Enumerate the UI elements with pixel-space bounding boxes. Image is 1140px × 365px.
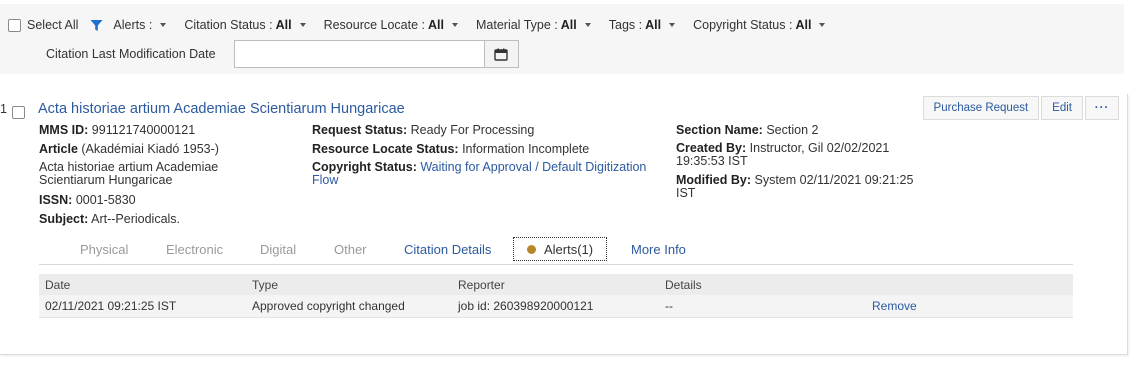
citation-details-col2: Request Status: Ready For Processing Res… bbox=[312, 123, 652, 191]
mms-id-value: 991121740000121 bbox=[91, 123, 196, 137]
citation-tabs: Physical Electronic Digital Other Citati… bbox=[39, 235, 1073, 265]
modified-by-label: Modified By: bbox=[676, 173, 751, 187]
chevron-down-icon bbox=[452, 23, 458, 27]
filter-icon[interactable] bbox=[90, 19, 103, 32]
citation-details-col1: MMS ID: 991121740000121 Article (Akadémi… bbox=[39, 123, 279, 231]
table-row: 02/11/2021 09:21:25 IST Approved copyrig… bbox=[39, 295, 1073, 318]
cell-reporter: job id: 260398920000121 bbox=[458, 299, 594, 313]
citation-status-filter[interactable]: Citation Status : All bbox=[184, 18, 306, 32]
select-all-label: Select All bbox=[27, 18, 79, 32]
header-type: Type bbox=[252, 277, 279, 292]
resource-locate-status-label: Resource Locate Status: bbox=[312, 142, 459, 156]
alerts-table: Date Type Reporter Details 02/11/2021 09… bbox=[39, 274, 1073, 318]
calendar-button[interactable] bbox=[483, 40, 519, 68]
copyright-status-label: Copyright Status: bbox=[312, 160, 417, 174]
tab-digital[interactable]: Digital bbox=[260, 237, 296, 261]
alert-dot-icon bbox=[527, 244, 536, 254]
created-by-label: Created By: bbox=[676, 141, 747, 155]
chevron-down-icon bbox=[819, 23, 826, 27]
chevron-down-icon bbox=[299, 23, 306, 27]
article-label: Article bbox=[39, 142, 78, 156]
material-type-filter[interactable]: Material Type : All bbox=[476, 18, 591, 32]
issn-label: ISSN: bbox=[39, 193, 73, 207]
issn: ISSN: 0001-5830 bbox=[39, 193, 279, 208]
chevron-down-icon bbox=[669, 23, 676, 27]
request-status-value: Ready For Processing bbox=[410, 123, 535, 137]
article: Article (Akadémiai Kiadó 1953-) bbox=[39, 142, 279, 157]
date-filter-row: Citation Last Modification Date bbox=[46, 40, 519, 68]
subject: Subject: Art--Periodicals. bbox=[39, 212, 279, 227]
chevron-down-icon bbox=[160, 23, 167, 27]
tab-alerts[interactable]: Alerts(1) bbox=[513, 237, 608, 261]
copyright-status-filter-label: Copyright Status : bbox=[693, 18, 793, 32]
citation-status-filter-value: All bbox=[275, 18, 292, 32]
cell-date: 02/11/2021 09:21:25 IST bbox=[45, 299, 177, 313]
cell-type: Approved copyright changed bbox=[252, 299, 405, 313]
filter-bar: Select All Alerts : Citation Status : Al… bbox=[0, 4, 1124, 74]
mms-id-label: MMS ID: bbox=[39, 123, 89, 137]
header-details: Details bbox=[665, 277, 702, 292]
tab-citation-details[interactable]: Citation Details bbox=[404, 237, 491, 261]
more-actions-button[interactable]: ··· bbox=[1085, 96, 1119, 120]
remove-alert-link[interactable]: Remove bbox=[872, 295, 917, 317]
material-type-filter-label: Material Type : bbox=[476, 18, 558, 32]
header-reporter: Reporter bbox=[458, 277, 505, 292]
resource-locate-status: Resource Locate Status: Information Inco… bbox=[312, 142, 652, 157]
resource-locate-status-value: Information Incomplete bbox=[462, 142, 590, 156]
chevron-down-icon bbox=[584, 23, 591, 27]
tab-alerts-label: Alerts(1) bbox=[544, 241, 594, 257]
request-status: Request Status: Ready For Processing bbox=[312, 123, 652, 138]
tab-more-info[interactable]: More Info bbox=[631, 237, 686, 261]
resource-locate-filter[interactable]: Resource Locate : All bbox=[324, 18, 458, 32]
row-checkbox[interactable] bbox=[12, 106, 25, 119]
request-status-label: Request Status: bbox=[312, 123, 408, 137]
alerts-table-header: Date Type Reporter Details bbox=[39, 274, 1073, 295]
header-date: Date bbox=[45, 277, 71, 292]
tab-electronic[interactable]: Electronic bbox=[166, 237, 223, 261]
copyright-status: Copyright Status: Waiting for Approval /… bbox=[312, 161, 652, 187]
section-name-value: Section 2 bbox=[766, 123, 819, 137]
copyright-status-filter-value: All bbox=[795, 18, 812, 32]
date-filter-input[interactable] bbox=[233, 40, 484, 68]
tags-filter-value: All bbox=[645, 18, 662, 32]
select-all-checkbox[interactable] bbox=[8, 18, 21, 32]
citation-title[interactable]: Acta historiae artium Academiae Scientia… bbox=[38, 101, 405, 117]
action-buttons: Purchase Request Edit ··· bbox=[921, 96, 1119, 120]
citation-status-filter-label: Citation Status : bbox=[184, 18, 273, 32]
alerts-filter[interactable]: Alerts : bbox=[113, 18, 167, 32]
purchase-request-button[interactable]: Purchase Request bbox=[922, 96, 1040, 120]
tab-physical[interactable]: Physical bbox=[80, 237, 128, 261]
created-by: Created By: Instructor, Gil 02/02/2021 1… bbox=[676, 142, 926, 168]
tags-filter-label: Tags : bbox=[608, 18, 643, 32]
citation-card: 1 Acta historiae artium Academiae Scient… bbox=[0, 94, 1128, 355]
issn-value: 0001-5830 bbox=[75, 193, 136, 207]
calendar-icon bbox=[494, 48, 508, 61]
copyright-status-filter[interactable]: Copyright Status : All bbox=[693, 18, 826, 32]
citation-details-col3: Section Name: Section 2 Created By: Inst… bbox=[676, 123, 926, 204]
tags-filter[interactable]: Tags : All bbox=[608, 18, 676, 32]
cell-details: -- bbox=[665, 299, 673, 313]
row-number: 1 bbox=[0, 102, 7, 116]
filter-row: Select All Alerts : Citation Status : Al… bbox=[8, 14, 843, 36]
section-name-label: Section Name: bbox=[676, 123, 763, 137]
date-filter-label: Citation Last Modification Date bbox=[46, 47, 216, 61]
resource-locate-filter-value: All bbox=[428, 18, 444, 32]
mms-id: MMS ID: 991121740000121 bbox=[39, 123, 279, 138]
material-type-filter-value: All bbox=[560, 18, 577, 32]
article-value: (Akadémiai Kiadó 1953-) bbox=[81, 142, 219, 156]
subject-value: Art--Periodicals. bbox=[91, 212, 181, 226]
subject-label: Subject: bbox=[39, 212, 89, 226]
description: Acta historiae artium Academiae Scientia… bbox=[39, 160, 219, 187]
edit-button[interactable]: Edit bbox=[1041, 96, 1083, 120]
resource-locate-filter-label: Resource Locate : bbox=[323, 18, 426, 32]
alerts-filter-label: Alerts : bbox=[113, 18, 153, 32]
modified-by: Modified By: System 02/11/2021 09:21:25 … bbox=[676, 174, 926, 200]
tab-other[interactable]: Other bbox=[334, 237, 367, 261]
section-name: Section Name: Section 2 bbox=[676, 123, 926, 138]
select-all[interactable]: Select All bbox=[8, 18, 78, 32]
